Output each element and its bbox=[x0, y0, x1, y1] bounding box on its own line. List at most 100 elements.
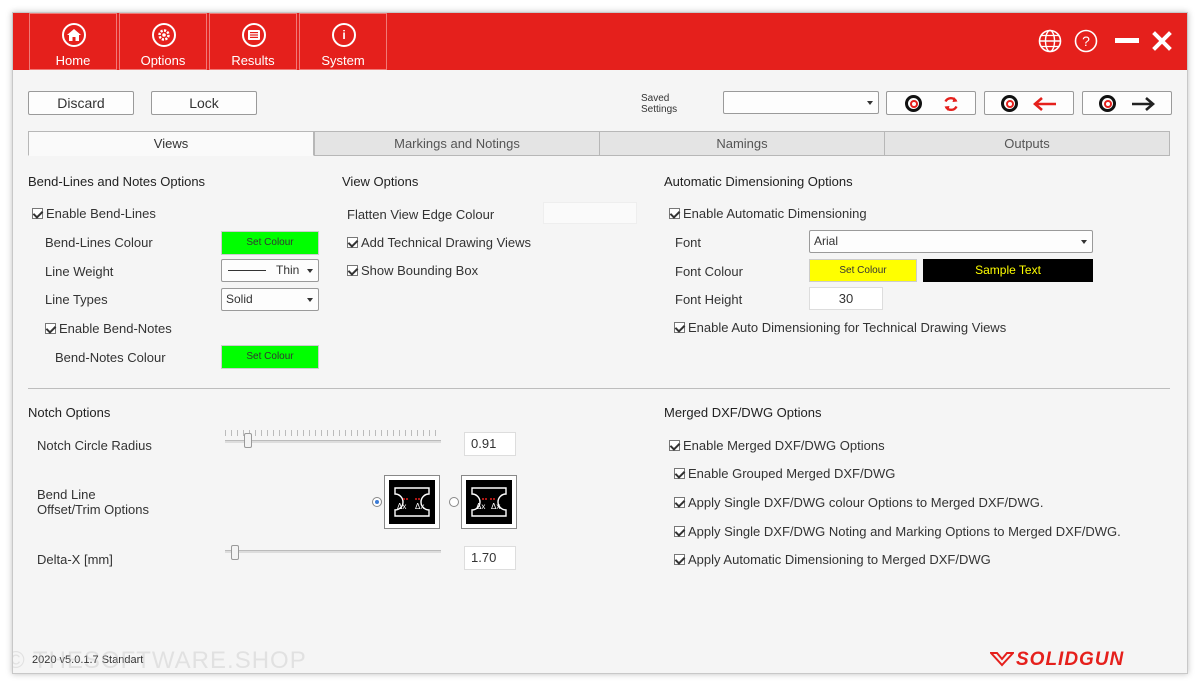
lock-button[interactable]: Lock bbox=[151, 91, 257, 115]
font-select[interactable]: Arial bbox=[809, 230, 1093, 253]
offset-option-1-radio[interactable] bbox=[372, 497, 382, 507]
slider-ticks bbox=[225, 430, 441, 436]
close-icon[interactable] bbox=[1152, 31, 1172, 54]
apply-autodim-label: Apply Automatic Dimensioning to Merged D… bbox=[688, 552, 991, 567]
tab-bar: Views Markings and Notings Namings Outpu… bbox=[28, 131, 1170, 156]
tab-outputs[interactable]: Outputs bbox=[884, 131, 1170, 156]
reload-settings-button[interactable] bbox=[886, 91, 976, 115]
dx-label: Δx bbox=[397, 502, 407, 511]
nav-system-label: System bbox=[321, 53, 365, 68]
save-settings-button[interactable] bbox=[1082, 91, 1172, 115]
flatten-edge-colour-label: Flatten View Edge Colour bbox=[347, 207, 495, 222]
nav-options-button[interactable]: Options bbox=[119, 13, 207, 70]
view-section-title: View Options bbox=[342, 174, 419, 189]
tab-namings[interactable]: Namings bbox=[599, 131, 885, 156]
arrow-right-icon bbox=[1130, 96, 1156, 115]
nav-results-label: Results bbox=[231, 53, 275, 68]
offset-option-1-preview: Δx Δx bbox=[384, 475, 440, 529]
line-weight-value: Thin bbox=[276, 263, 300, 277]
solidgun-logo: SOLIDGUN bbox=[990, 649, 1170, 670]
line-weight-select[interactable]: Thin bbox=[221, 259, 319, 282]
font-label: Font bbox=[675, 235, 702, 250]
dx-label: Δx bbox=[491, 502, 501, 511]
info-icon: i bbox=[332, 23, 356, 47]
slider-thumb[interactable] bbox=[231, 545, 239, 560]
dx-label: Δx bbox=[415, 502, 425, 511]
saved-settings-label: Saved Settings bbox=[641, 93, 678, 115]
font-colour-button[interactable]: Set Colour bbox=[809, 259, 917, 282]
arrow-left-icon bbox=[1032, 96, 1058, 115]
globe-icon[interactable] bbox=[1038, 29, 1062, 56]
enable-bend-notes-checkbox[interactable] bbox=[45, 323, 56, 334]
gear-icon bbox=[1099, 95, 1116, 112]
enable-grouped-label: Enable Grouped Merged DXF/DWG bbox=[688, 466, 896, 481]
font-height-label: Font Height bbox=[675, 292, 743, 307]
enable-bend-lines-label: Enable Bend-Lines bbox=[46, 206, 156, 221]
nav-options-label: Options bbox=[140, 53, 186, 68]
bend-section-title: Bend-Lines and Notes Options bbox=[28, 174, 206, 189]
show-bounding-box-checkbox[interactable] bbox=[347, 265, 358, 276]
refresh-icon bbox=[942, 95, 960, 116]
top-bar: Home Options Results i System ? bbox=[13, 13, 1187, 70]
enable-autodim-label: Enable Automatic Dimensioning bbox=[683, 206, 867, 221]
delta-x-label: Delta-X [mm] bbox=[37, 552, 113, 567]
offset-option-2-radio[interactable] bbox=[449, 497, 459, 507]
notch-section-title: Notch Options bbox=[28, 405, 111, 420]
enable-bend-notes-label: Enable Bend-Notes bbox=[59, 321, 172, 336]
tab-markings[interactable]: Markings and Notings bbox=[314, 131, 600, 156]
line-weight-label: Line Weight bbox=[45, 264, 114, 279]
enable-merged-label: Enable Merged DXF/DWG Options bbox=[683, 438, 885, 453]
apply-noting-label: Apply Single DXF/DWG Noting and Marking … bbox=[688, 524, 1121, 539]
watermark: © THESOFTWARE.SHOP bbox=[12, 647, 307, 674]
enable-auto-tech-label: Enable Auto Dimensioning for Technical D… bbox=[688, 320, 1007, 335]
bend-lines-colour-label: Bend-Lines Colour bbox=[45, 235, 153, 250]
enable-grouped-checkbox[interactable] bbox=[674, 468, 685, 479]
flatten-edge-colour-button[interactable] bbox=[543, 202, 637, 224]
gear-icon bbox=[152, 23, 176, 47]
apply-colour-label: Apply Single DXF/DWG colour Options to M… bbox=[688, 495, 1044, 510]
line-preview bbox=[228, 270, 266, 271]
home-icon bbox=[62, 23, 86, 47]
apply-autodim-checkbox[interactable] bbox=[674, 554, 685, 565]
nav-results-button[interactable]: Results bbox=[209, 13, 297, 70]
apply-colour-checkbox[interactable] bbox=[674, 497, 685, 508]
notch-radius-slider[interactable] bbox=[225, 430, 441, 450]
help-icon[interactable]: ? bbox=[1074, 29, 1098, 56]
app-window: Home Options Results i System ? Discard … bbox=[12, 12, 1188, 674]
delta-x-input[interactable]: 1.70 bbox=[464, 546, 516, 570]
load-settings-button[interactable] bbox=[984, 91, 1074, 115]
enable-bend-lines-checkbox[interactable] bbox=[32, 208, 43, 219]
enable-autodim-checkbox[interactable] bbox=[669, 208, 680, 219]
tab-views[interactable]: Views bbox=[28, 131, 314, 156]
font-colour-label: Font Colour bbox=[675, 264, 743, 279]
line-types-select[interactable]: Solid bbox=[221, 288, 319, 311]
show-bounding-box-label: Show Bounding Box bbox=[361, 263, 479, 278]
apply-noting-checkbox[interactable] bbox=[674, 526, 685, 537]
enable-merged-checkbox[interactable] bbox=[669, 440, 680, 451]
discard-button[interactable]: Discard bbox=[28, 91, 134, 115]
autodim-section-title: Automatic Dimensioning Options bbox=[664, 174, 853, 189]
offset-option-2-preview: Δx Δx bbox=[461, 475, 517, 529]
bend-notes-colour-button[interactable]: Set Colour bbox=[221, 345, 319, 369]
bend-notes-colour-label: Bend-Notes Colour bbox=[55, 350, 166, 365]
nav-home-button[interactable]: Home bbox=[29, 13, 117, 70]
minimize-icon[interactable] bbox=[1115, 38, 1139, 43]
nav-system-button[interactable]: i System bbox=[299, 13, 387, 70]
enable-auto-tech-checkbox[interactable] bbox=[674, 322, 685, 333]
notch-radius-input[interactable]: 0.91 bbox=[464, 432, 516, 456]
list-icon bbox=[242, 23, 266, 47]
font-height-input[interactable]: 30 bbox=[809, 287, 883, 310]
add-tech-views-label: Add Technical Drawing Views bbox=[361, 235, 532, 250]
notch-radius-label: Notch Circle Radius bbox=[37, 438, 152, 453]
gear-icon bbox=[905, 95, 922, 112]
sample-text-preview: Sample Text bbox=[923, 259, 1093, 282]
merged-section-title: Merged DXF/DWG Options bbox=[664, 405, 822, 420]
add-tech-views-checkbox[interactable] bbox=[347, 237, 358, 248]
slider-thumb[interactable] bbox=[244, 433, 252, 448]
bend-lines-colour-button[interactable]: Set Colour bbox=[221, 231, 319, 255]
section-divider bbox=[28, 388, 1170, 389]
slider-track bbox=[225, 440, 441, 443]
saved-settings-select[interactable] bbox=[723, 91, 879, 114]
brand-text: SOLIDGUN bbox=[1016, 649, 1125, 670]
delta-x-slider[interactable] bbox=[225, 545, 441, 565]
